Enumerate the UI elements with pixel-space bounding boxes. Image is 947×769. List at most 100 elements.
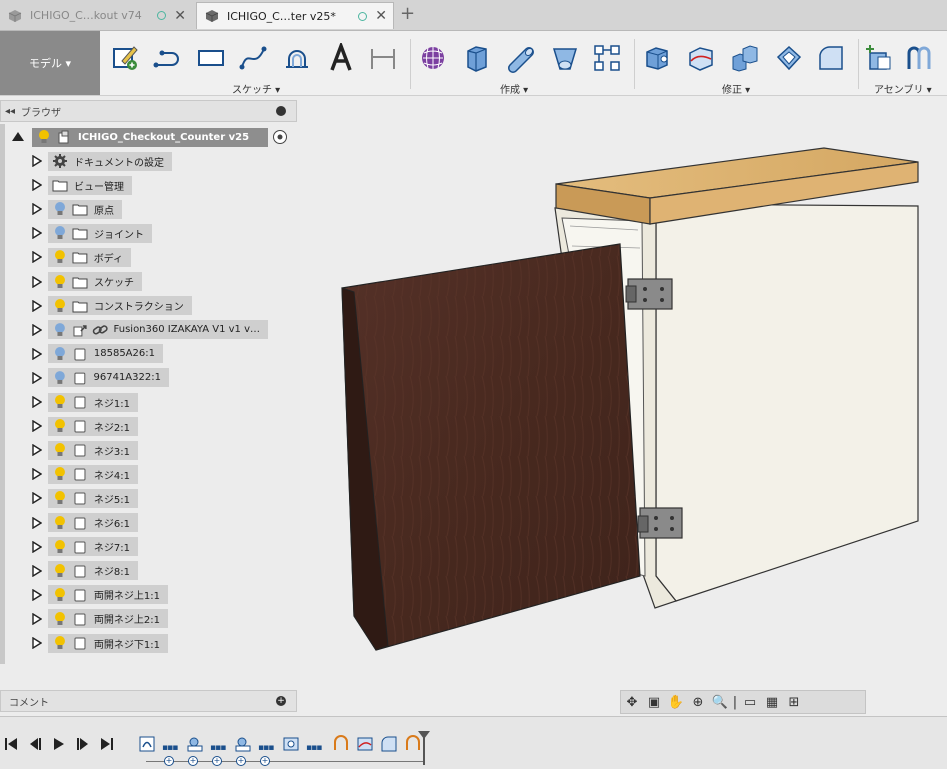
expand-triangle-icon[interactable] — [32, 468, 43, 483]
rectangle-icon[interactable] — [194, 41, 228, 75]
lightbulb-icon[interactable] — [52, 346, 68, 362]
expand-triangle-icon[interactable] — [32, 154, 43, 170]
display-settings-icon[interactable]: ▭ — [739, 693, 761, 711]
timeline-marker-icon[interactable]: + — [212, 756, 222, 766]
root-component-chip[interactable]: ICHIGO_Checkout_Counter v25 — [32, 127, 268, 147]
tree-item-chip[interactable]: 両開ネジ下1:1 — [48, 633, 168, 653]
document-tab-2[interactable]: ICHIGO_C…ter v25* ✕ — [196, 2, 394, 29]
shell-icon[interactable] — [772, 41, 806, 75]
lightbulb-icon[interactable] — [52, 539, 68, 555]
model-canvas[interactable] — [300, 96, 947, 716]
tree-root-row[interactable]: ICHIGO_Checkout_Counter v25 — [0, 126, 300, 148]
step-forward-icon[interactable] — [74, 735, 92, 753]
expand-triangle-icon[interactable] — [12, 132, 24, 141]
collapse-panel-icon[interactable]: ◂◂ — [5, 106, 15, 117]
tree-item-row[interactable]: ネジ5:1 — [0, 487, 300, 509]
step-back-icon[interactable] — [26, 735, 44, 753]
tree-item-chip[interactable]: コンストラクション — [48, 296, 192, 316]
sketch-group-label[interactable]: スケッチ ▾ — [232, 81, 280, 96]
create-sketch-icon[interactable] — [108, 41, 142, 75]
tree-item-chip[interactable]: 両開ネジ上2:1 — [48, 609, 168, 629]
expand-triangle-icon[interactable] — [32, 636, 43, 652]
lightbulb-icon[interactable] — [52, 611, 68, 627]
tree-item-chip[interactable]: ボディ — [48, 247, 131, 267]
tree-item-row[interactable]: ネジ7:1 — [0, 536, 300, 558]
tree-item-row[interactable]: ドキュメントの設定 — [0, 150, 300, 172]
tree-item-row[interactable]: ボディ — [0, 246, 300, 268]
expand-triangle-icon[interactable] — [32, 299, 43, 315]
tree-item-row[interactable]: 両開ネジ上2:1 — [0, 608, 300, 630]
tree-item-chip[interactable]: ネジ1:1 — [48, 392, 138, 412]
lightbulb-icon[interactable] — [52, 370, 68, 386]
expand-triangle-icon[interactable] — [32, 178, 43, 194]
lightbulb-icon[interactable] — [52, 274, 68, 290]
timeline-marker-icon[interactable]: + — [260, 756, 270, 766]
workspace-mode-button[interactable]: モデル ▾ — [0, 31, 100, 95]
lightbulb-icon[interactable] — [52, 322, 68, 338]
tree-item-row[interactable]: 96741A322:1 — [0, 367, 300, 389]
grid-settings-icon[interactable]: ▦ — [761, 693, 783, 711]
document-tab-1[interactable]: ICHIGO_C…kout v74 ✕ — [0, 2, 192, 29]
lightbulb-icon[interactable] — [52, 394, 68, 410]
tree-item-row[interactable]: Fusion360 IZAKAYA V1 v1 v… — [0, 319, 300, 341]
hinge-lower[interactable] — [637, 507, 683, 539]
lightbulb-icon[interactable] — [52, 298, 68, 314]
modify-group-label[interactable]: 修正 ▾ — [722, 81, 750, 96]
tree-item-chip[interactable]: 96741A322:1 — [48, 368, 169, 388]
go-to-end-icon[interactable] — [98, 735, 116, 753]
lightbulb-icon[interactable] — [52, 225, 68, 241]
combine-icon[interactable] — [728, 41, 762, 75]
lightbulb-icon[interactable] — [52, 201, 68, 217]
timeline-collapsed-group-icon[interactable]: ▪▪▪ — [258, 743, 274, 753]
timeline-collapsed-group-icon[interactable]: ▪▪▪ — [306, 743, 322, 753]
tree-item-chip[interactable]: Fusion360 IZAKAYA V1 v1 v… — [48, 320, 268, 340]
new-tab-icon[interactable]: + — [400, 3, 415, 24]
pin-panel-icon[interactable] — [276, 106, 286, 116]
lightbulb-icon[interactable] — [52, 490, 68, 506]
tree-item-chip[interactable]: ネジ2:1 — [48, 416, 138, 436]
expand-triangle-icon[interactable] — [32, 275, 43, 291]
pattern-icon[interactable] — [590, 41, 624, 75]
expand-triangle-icon[interactable] — [32, 395, 43, 411]
tree-item-row[interactable]: 両開ネジ下1:1 — [0, 632, 300, 654]
assembly-group-label[interactable]: アセンブリ ▾ — [874, 81, 932, 96]
fillet-icon[interactable] — [684, 41, 718, 75]
expand-triangle-icon[interactable] — [32, 492, 43, 507]
press-pull-icon[interactable] — [640, 41, 674, 75]
zoom-window-icon[interactable]: 🔍 — [709, 693, 731, 711]
lightbulb-icon[interactable] — [52, 418, 68, 434]
timeline-feature-icon[interactable] — [356, 735, 376, 755]
tree-item-row[interactable]: 18585A26:1 — [0, 343, 300, 365]
play-icon[interactable] — [50, 735, 68, 753]
joint-icon[interactable] — [902, 41, 936, 75]
tree-item-row[interactable]: ネジ1:1 — [0, 391, 300, 413]
expand-triangle-icon[interactable] — [32, 202, 43, 218]
expand-triangle-icon[interactable] — [32, 371, 43, 387]
create-group-label[interactable]: 作成 ▾ — [500, 81, 528, 96]
tree-item-row[interactable]: ネジ8:1 — [0, 560, 300, 582]
tree-item-row[interactable]: ジョイント — [0, 222, 300, 244]
tree-item-chip[interactable]: ネジ6:1 — [48, 513, 138, 532]
tree-item-row[interactable]: ビュー管理 — [0, 174, 300, 196]
expand-triangle-icon[interactable] — [32, 347, 43, 363]
tree-item-chip[interactable]: ビュー管理 — [48, 175, 132, 195]
tree-item-row[interactable]: ネジ2:1 — [0, 415, 300, 437]
tree-item-chip[interactable]: 両開ネジ上1:1 — [48, 585, 168, 605]
offset-icon[interactable] — [280, 41, 314, 75]
tree-item-row[interactable]: ネジ6:1 — [0, 512, 300, 534]
tree-item-row[interactable]: ネジ3:1 — [0, 439, 300, 461]
activate-radio-icon[interactable] — [272, 129, 288, 145]
cabinet-door[interactable] — [341, 243, 641, 651]
tree-item-chip[interactable]: ネジ8:1 — [48, 561, 138, 581]
lightbulb-icon[interactable] — [52, 635, 68, 651]
tree-item-chip[interactable]: ネジ3:1 — [48, 440, 138, 460]
look-at-icon[interactable]: ▣ — [643, 693, 665, 711]
lightbulb-icon[interactable] — [52, 466, 68, 482]
tree-item-chip[interactable]: スケッチ — [48, 272, 142, 291]
expand-triangle-icon[interactable] — [32, 612, 43, 628]
expand-triangle-icon[interactable] — [32, 419, 43, 435]
chamfer-icon[interactable] — [814, 41, 848, 75]
lightbulb-icon[interactable] — [52, 515, 68, 531]
orbit-icon[interactable]: ✥ — [621, 693, 643, 711]
viewports-icon[interactable]: ⊞ — [783, 693, 805, 711]
